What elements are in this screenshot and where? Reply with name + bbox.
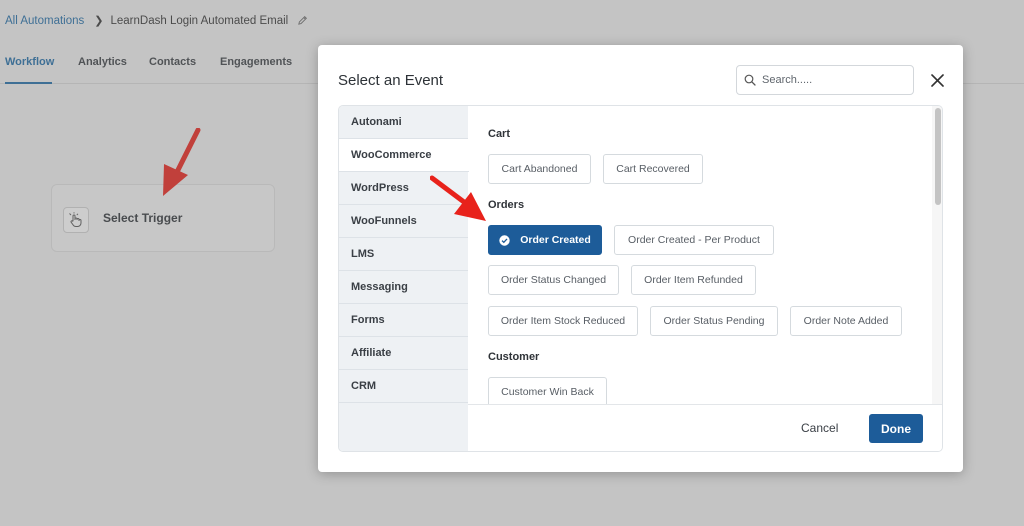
event-cart-recovered-button[interactable]: Cart Recovered [603,154,703,184]
event-cart-abandoned-button[interactable]: Cart Abandoned [488,154,591,184]
sidebar-item-crm[interactable]: CRM [339,370,468,403]
select-event-modal: Select an Event Autonami WooCommerce Wor… [318,45,963,472]
event-order-item-refunded-button[interactable]: Order Item Refunded [631,265,756,295]
scrollbar-thumb[interactable] [935,108,941,205]
search-icon [744,74,756,86]
section-title-orders: Orders [488,199,525,211]
sidebar-item-forms[interactable]: Forms [339,304,468,337]
annotation-arrow-icon [430,175,486,221]
event-order-status-pending-button[interactable]: Order Status Pending [650,306,778,336]
check-circle-icon [499,234,510,246]
sidebar-item-affiliate[interactable]: Affiliate [339,337,468,370]
done-button[interactable]: Done [869,414,923,443]
category-sidebar: Autonami WooCommerce WordPress WooFunnel… [339,106,469,451]
cancel-button[interactable]: Cancel [801,421,838,435]
event-picker-panel: Autonami WooCommerce WordPress WooFunnel… [338,105,943,452]
close-icon [930,73,944,87]
event-order-note-added-button[interactable]: Order Note Added [790,306,902,336]
search-input[interactable] [762,74,902,86]
sidebar-item-autonami[interactable]: Autonami [339,106,468,139]
event-order-created-label: Order Created [520,234,591,246]
event-order-status-changed-button[interactable]: Order Status Changed [488,265,619,295]
event-list-scrollbar[interactable] [932,106,942,404]
sidebar-item-woocommerce[interactable]: WooCommerce [339,139,469,172]
section-title-customer: Customer [488,351,540,363]
event-order-created-per-product-button[interactable]: Order Created - Per Product [614,225,774,255]
event-customer-win-back-button[interactable]: Customer Win Back [488,377,607,404]
event-list: Cart Cart Abandoned Cart Recovered Order… [468,106,942,404]
modal-footer: Cancel Done [468,404,942,451]
close-button[interactable] [928,71,946,89]
event-order-created-button[interactable]: Order Created [488,225,602,255]
event-order-item-stock-reduced-button[interactable]: Order Item Stock Reduced [488,306,638,336]
sidebar-item-lms[interactable]: LMS [339,238,468,271]
modal-title: Select an Event [338,72,444,89]
section-title-cart: Cart [488,128,511,140]
search-box [736,65,914,95]
sidebar-item-messaging[interactable]: Messaging [339,271,468,304]
